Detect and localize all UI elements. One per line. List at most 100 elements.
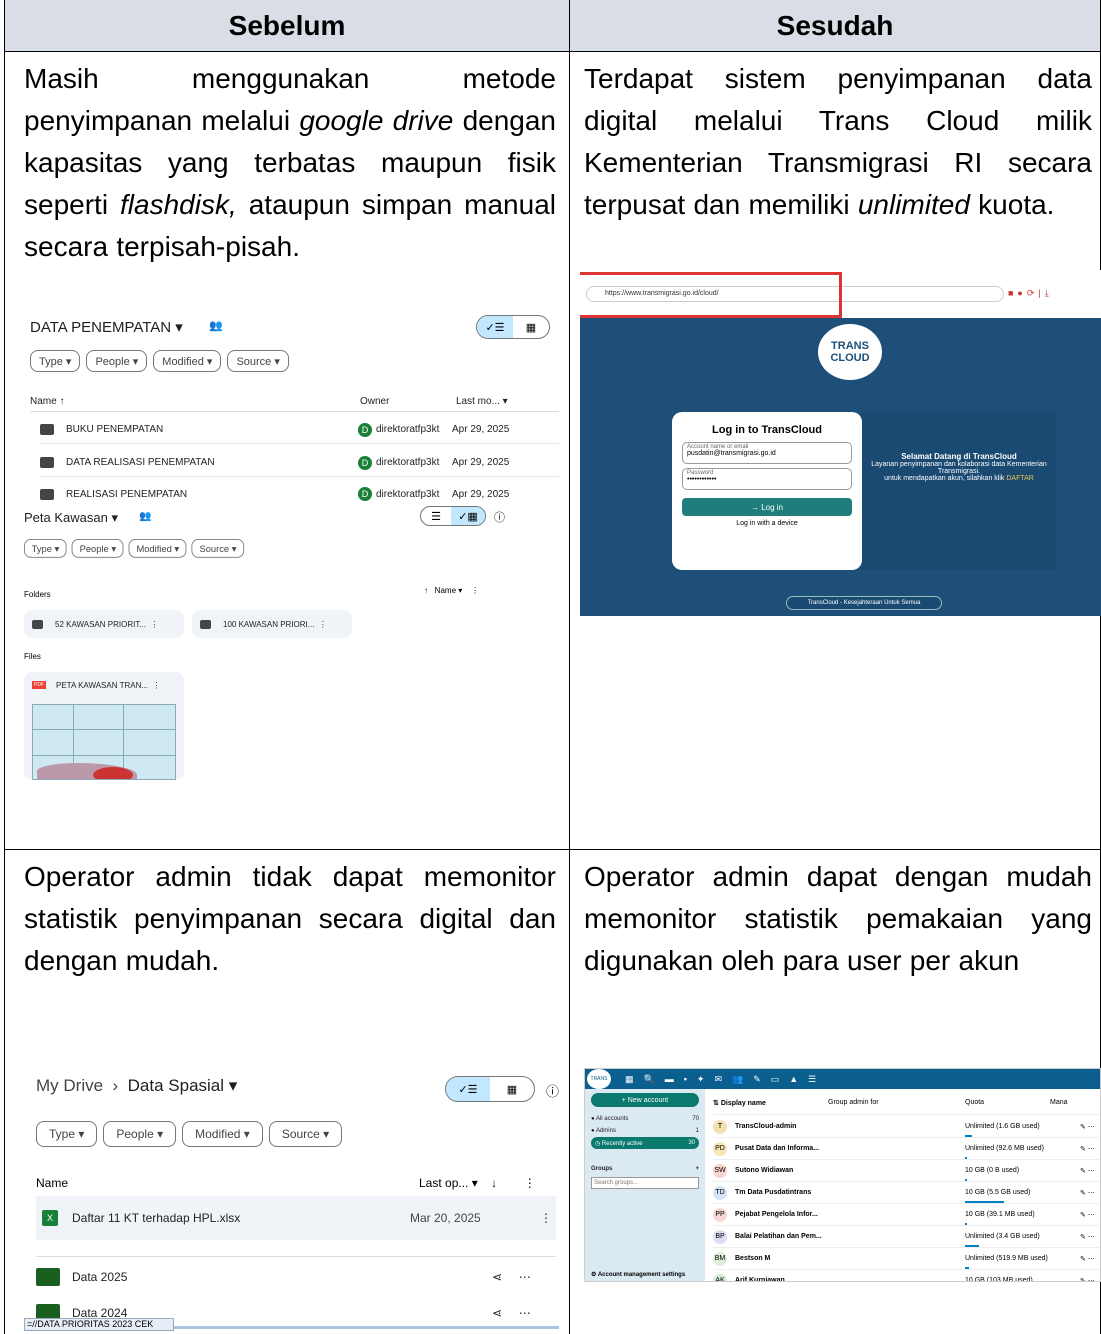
col-last[interactable]: Last mo... ▾ bbox=[456, 396, 508, 407]
quota-bar bbox=[965, 1179, 967, 1181]
edit-icon[interactable]: ✎ ⋯ bbox=[1080, 1167, 1095, 1175]
table-row[interactable]: SW Sutono Widiawan 10 GB (0 B used) ✎ ⋯ bbox=[713, 1160, 1100, 1182]
filter-people[interactable]: People ▾ bbox=[103, 1121, 177, 1147]
file-card[interactable]: PDF PETA KAWASAN TRAN... ⋮ bbox=[24, 672, 184, 780]
view-toggle[interactable]: ✓☰ ▦ bbox=[476, 315, 550, 339]
filter-people[interactable]: People ▾ bbox=[71, 539, 124, 558]
new-account-button[interactable]: + New account bbox=[591, 1093, 699, 1107]
list-view-icon[interactable]: ✓☰ bbox=[446, 1077, 490, 1101]
app-logo[interactable]: TRANS bbox=[587, 1069, 611, 1089]
user-display-name: Bestson M bbox=[735, 1255, 771, 1262]
quota-bar bbox=[965, 1157, 967, 1159]
sort-name[interactable]: ↑ Name ▾ ⋮ bbox=[424, 586, 479, 595]
login-footer: TransCloud - Kesejahteraan Untuk Semua bbox=[786, 596, 942, 610]
top-nav-bar[interactable]: ▦🔍▬▪✦✉👥✎▭▲☰ bbox=[585, 1069, 1100, 1089]
status-line bbox=[174, 1326, 559, 1329]
table-row[interactable]: BP Balai Pelatihan dan Pem... Unlimited (3… bbox=[713, 1226, 1100, 1248]
table-row[interactable]: TD Tm Data Pusdatintrans 10 GB (5.5 GB use… bbox=[713, 1182, 1100, 1204]
edit-icon[interactable]: ✎ ⋯ bbox=[1080, 1145, 1095, 1153]
view-toggle[interactable]: ✓☰ ▦ bbox=[445, 1076, 535, 1102]
edit-icon[interactable]: ✎ ⋯ bbox=[1080, 1123, 1095, 1131]
folder-title: DATA PENEMPATAN ▾ bbox=[30, 319, 183, 336]
filter-people[interactable]: People ▾ bbox=[86, 350, 148, 372]
avatar: D bbox=[358, 455, 372, 470]
welcome-text-2: untuk mendapatkan akun, silahkan klik DA… bbox=[884, 475, 1034, 482]
avatar: D bbox=[358, 422, 372, 437]
folder-card[interactable]: 52 KAWASAN PRIORIT... ⋮ bbox=[24, 610, 184, 638]
edit-icon[interactable]: ✎ ⋯ bbox=[1080, 1211, 1095, 1219]
register-link[interactable]: DAFTAR bbox=[1006, 475, 1033, 482]
filter-source[interactable]: Source ▾ bbox=[227, 350, 289, 372]
grid-view-icon[interactable]: ▦ bbox=[490, 1077, 534, 1101]
filter-source[interactable]: Source ▾ bbox=[268, 1121, 343, 1147]
breadcrumb-my-drive[interactable]: My Drive bbox=[36, 1076, 103, 1095]
list-view-icon[interactable]: ✓☰ bbox=[477, 316, 513, 338]
user-quota: 10 GB (0 B used) bbox=[965, 1167, 1080, 1181]
folder-icon bbox=[40, 488, 54, 500]
sidebar: + New account ● All accounts 70 ● Admins 1… bbox=[585, 1089, 705, 1281]
info-icon[interactable]: ⓘ bbox=[494, 509, 505, 525]
table-row[interactable]: DATA REALISASI PENEMPATAN Ddirektoratfp3k… bbox=[40, 449, 559, 477]
quota-bar bbox=[965, 1223, 967, 1225]
share-icon[interactable]: ⋖ ⋯ bbox=[492, 1306, 531, 1320]
filter-modified[interactable]: Modified ▾ bbox=[128, 539, 187, 558]
edit-icon[interactable]: ✎ ⋯ bbox=[1080, 1277, 1095, 1282]
filter-type[interactable]: Type ▾ bbox=[36, 1121, 98, 1147]
user-quota: Unlimited (1.6 GB used) bbox=[965, 1123, 1080, 1137]
filter-chips-2: Type ▾ People ▾ Modified ▾ Source ▾ bbox=[24, 539, 249, 558]
breadcrumb-current[interactable]: Data Spasial ▾ bbox=[128, 1076, 238, 1095]
header-before: Sebelum bbox=[5, 0, 569, 51]
login-device-link[interactable]: Log in with a device bbox=[672, 520, 862, 527]
filter-type[interactable]: Type ▾ bbox=[30, 350, 81, 372]
grid-view-icon[interactable]: ▦ bbox=[513, 316, 549, 338]
folder-row[interactable]: Data 2025 ⋖ ⋯ bbox=[36, 1256, 556, 1296]
filter-type[interactable]: Type ▾ bbox=[24, 539, 67, 558]
login-button[interactable]: → Log in bbox=[682, 498, 852, 516]
filter-modified[interactable]: Modified ▾ bbox=[182, 1121, 263, 1147]
col-name[interactable]: Name bbox=[36, 1176, 68, 1190]
info-icon[interactable]: ⓘ bbox=[546, 1081, 559, 1100]
search-groups-input[interactable]: Search groups... bbox=[591, 1177, 699, 1189]
browser-toolbar-icons[interactable]: ■●⟳|⤓ bbox=[1008, 288, 1053, 299]
transcloud-logo: TRANS CLOUD bbox=[818, 324, 882, 380]
password-field[interactable]: Password •••••••••••• bbox=[682, 468, 852, 490]
nav-recently-active[interactable]: ◷ Recently active 30 bbox=[591, 1137, 699, 1149]
edit-icon[interactable]: ✎ ⋯ bbox=[1080, 1189, 1095, 1197]
file-row[interactable]: X Daftar 11 KT terhadap HPL.xlsx Mar 20, 2… bbox=[36, 1196, 556, 1240]
grid-view-icon[interactable]: ✓▦ bbox=[451, 507, 485, 525]
table-row[interactable]: PP Pejabat Pengelola Infor... 10 GB (39.1 … bbox=[713, 1204, 1100, 1226]
user-display-name: Pejabat Pengelola Infor... bbox=[735, 1211, 818, 1218]
row-owner: direktoratfp3kt bbox=[376, 424, 440, 435]
filter-modified[interactable]: Modified ▾ bbox=[153, 350, 222, 372]
table-row[interactable]: PD Pusat Data dan Informa... Unlimited (92… bbox=[713, 1138, 1100, 1160]
avatar: BP bbox=[713, 1229, 727, 1244]
nav-admins[interactable]: ● Admins 1 bbox=[591, 1125, 699, 1137]
row-date: Apr 29, 2025 bbox=[452, 424, 510, 435]
table-row[interactable]: AK Arif Kurniawan 10 GB (103 MB used) ✎ ⋯ bbox=[713, 1270, 1100, 1282]
add-group-icon[interactable]: + bbox=[695, 1166, 699, 1172]
welcome-title: Selamat Datang di TransCloud bbox=[901, 452, 1017, 461]
table-row[interactable]: T TransCloud-admin Unlimited (1.6 GB used)… bbox=[713, 1116, 1100, 1138]
list-view-icon[interactable]: ☰ bbox=[421, 507, 451, 525]
edit-icon[interactable]: ✎ ⋯ bbox=[1080, 1255, 1095, 1263]
row2-after-text: Operator admin dapat dengan mudah memoni… bbox=[584, 861, 1092, 976]
gdrive-screenshot-2: My Drive › Data Spasial ▾ ✓☰ ▦ ⓘ Type ▾ P… bbox=[24, 1070, 559, 1332]
col-last-opened[interactable]: Last op... ▾ ↓ ⋮ bbox=[419, 1176, 536, 1190]
edit-icon[interactable]: ✎ ⋯ bbox=[1080, 1233, 1095, 1241]
user-display-name: Pusat Data dan Informa... bbox=[735, 1145, 820, 1152]
row-owner: direktoratfp3kt bbox=[376, 488, 440, 500]
account-settings-link[interactable]: ⚙ Account management settings bbox=[591, 1271, 685, 1278]
share-icon[interactable]: ⋖ ⋯ bbox=[492, 1270, 531, 1284]
accounts-header: ⇅ Display name Group admin for Quota Mana bbox=[713, 1091, 1100, 1115]
table-row[interactable]: REALISASI PENEMPATAN Ddirektoratfp3kt Apr … bbox=[40, 480, 559, 508]
table-row[interactable]: BM Bestson M Unlimited (519.9 MB used) ✎ ⋯ bbox=[713, 1248, 1100, 1270]
row1-after-text: Terdapat sistem penyimpanan data digital… bbox=[584, 63, 1092, 220]
nav-all-accounts[interactable]: ● All accounts 70 bbox=[591, 1113, 699, 1125]
account-field[interactable]: Account name or email pusdatin@transmigra… bbox=[682, 442, 852, 464]
filter-source[interactable]: Source ▾ bbox=[191, 539, 245, 558]
folder-card[interactable]: 100 KAWASAN PRIORI... ⋮ bbox=[192, 610, 352, 638]
col-name[interactable]: Name ↑ bbox=[30, 396, 360, 407]
row-name: BUKU PENEMPATAN bbox=[66, 424, 164, 435]
table-row[interactable]: BUKU PENEMPATAN Ddirektoratfp3kt Apr 29, 2… bbox=[40, 416, 559, 444]
view-toggle-2[interactable]: ☰ ✓▦ bbox=[420, 506, 486, 526]
